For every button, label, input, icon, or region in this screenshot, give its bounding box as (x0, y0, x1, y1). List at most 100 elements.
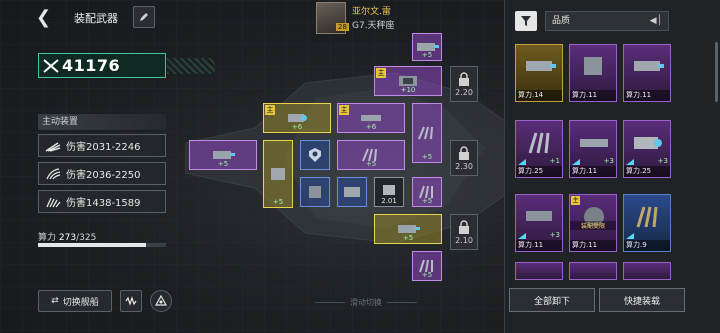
upgrade-mark (572, 159, 580, 165)
module-slot-main[interactable]: 主 +10 (374, 66, 442, 96)
module-slot[interactable]: +5 (412, 177, 442, 207)
slot-level: +5 (217, 160, 229, 168)
module-slot[interactable]: +5 (412, 33, 442, 61)
inventory-card-partial[interactable] (515, 262, 563, 280)
sort-dropdown[interactable]: 品质 ◀│ (545, 11, 669, 31)
cannon-module-icon (634, 61, 664, 71)
lock-requirement: 2.10 (455, 235, 473, 245)
module-slot[interactable] (300, 140, 330, 170)
upgrade-mark (626, 159, 634, 165)
slot-level: +5 (272, 198, 284, 206)
inventory-card[interactable]: 算力.11 (623, 44, 671, 102)
drill-module-icon (309, 186, 321, 198)
card-level: +3 (657, 157, 668, 165)
module-slot-main[interactable]: 主 +6 (337, 103, 405, 133)
inventory-card-partial[interactable] (623, 262, 671, 280)
inventory-card[interactable]: 算力.11 (569, 44, 617, 102)
turret-module-icon (584, 57, 602, 75)
pilot-name: 亚尔文.雷 (352, 7, 391, 17)
compute-used: 273 (58, 233, 77, 243)
sort-label: 品质 (552, 16, 571, 26)
slot-level: +5 (421, 153, 433, 161)
shield-module-icon (309, 148, 321, 162)
module-slot-main[interactable]: 主 +6 (263, 103, 331, 133)
weapon-row-2[interactable]: 伤害2036-2250 (38, 162, 166, 185)
weapon-damage: 伤害1438-1589 (66, 198, 141, 209)
cannon-module-icon (526, 211, 552, 221)
combat-power-box: 41176 (38, 53, 215, 78)
card-power: 算力.11 (516, 240, 562, 251)
module-slot[interactable]: +5 (337, 140, 405, 170)
card-power: 算力.9 (624, 240, 670, 251)
wave-icon (125, 296, 137, 306)
module-slot[interactable] (337, 177, 367, 207)
back-arrow-icon[interactable]: ❮ (36, 8, 56, 28)
module-slot[interactable]: +5 (412, 251, 442, 281)
compute-total: /325 (76, 233, 97, 243)
slot-level: +6 (365, 123, 377, 131)
card-power: 算力.25 (516, 166, 562, 177)
card-power: 算力.11 (570, 90, 616, 101)
card-power: 算力.11 (624, 90, 670, 101)
switch-ship-button[interactable]: ⇄ 切换舰船 (38, 290, 112, 312)
quick-equip-button[interactable]: 快捷装载 (599, 288, 685, 312)
unequip-all-button[interactable]: 全部卸下 (509, 288, 595, 312)
upgrade-mark (518, 159, 526, 165)
inventory-card[interactable]: +1 算力.25 (515, 120, 563, 178)
main-tag: 主 (265, 105, 275, 115)
inventory-card[interactable]: 算力.14 (515, 44, 563, 102)
scrollbar[interactable] (715, 42, 718, 102)
cannon-module-icon (526, 61, 556, 71)
module-slot[interactable]: 2.01 (374, 177, 404, 207)
sort-order-icon: ◀│ (649, 16, 662, 26)
slot-level: +5 (421, 271, 433, 279)
formation-button[interactable] (150, 290, 172, 312)
quick-equip-label: 快捷装载 (623, 296, 660, 307)
main-tag: 主 (376, 68, 386, 78)
module-slot[interactable] (300, 177, 330, 207)
pencil-icon (140, 13, 148, 21)
lock-icon (459, 145, 469, 160)
claw-module-icon (528, 132, 550, 154)
lock-icon (459, 219, 469, 234)
pilot-level: 28 (336, 23, 349, 31)
filter-button[interactable] (515, 11, 537, 31)
edit-button[interactable] (133, 6, 155, 28)
compute-progress-bar (38, 243, 166, 247)
inventory-card[interactable]: +3 算力.25 (623, 120, 671, 178)
lock-requirement: 2.20 (455, 87, 473, 97)
weapon-damage: 伤害2036-2250 (66, 170, 141, 181)
weapon-row-3[interactable]: 伤害1438-1589 (38, 190, 166, 213)
card-level: +3 (549, 231, 560, 239)
slide-hint: 滑动切换 (310, 297, 422, 308)
inventory-card-restricted[interactable]: 主 装配受限 算力.11 (569, 194, 617, 252)
module-slot[interactable]: +5 (374, 214, 442, 244)
inventory-card-partial[interactable] (569, 262, 617, 280)
wave-toggle-button[interactable] (120, 290, 142, 312)
card-level: +1 (549, 157, 560, 165)
lock-requirement: 2.30 (455, 161, 473, 171)
module-slot[interactable]: +5 (189, 140, 257, 170)
module-slot[interactable]: +5 (412, 103, 442, 163)
inventory-card[interactable]: +3 算力.11 (515, 194, 563, 252)
locked-slot[interactable]: 2.10 (450, 214, 478, 250)
weapon-damage: 伤害2031-2246 (66, 142, 141, 153)
card-level: +3 (603, 157, 614, 165)
switch-ship-label: 切换舰船 (62, 297, 99, 308)
module-slot[interactable]: +5 (263, 140, 293, 208)
slot-level: +10 (400, 86, 416, 94)
card-power: 算力.11 (570, 166, 616, 177)
slot-level: +5 (402, 234, 414, 242)
slot-level: +5 (421, 51, 433, 59)
weapon-row-1[interactable]: 伤害2031-2246 (38, 134, 166, 157)
inventory-card[interactable]: +3 算力.11 (569, 120, 617, 178)
locked-slot[interactable]: 2.30 (450, 140, 478, 176)
unequip-all-label: 全部卸下 (533, 296, 570, 307)
inventory-card[interactable]: 算力.9 (623, 194, 671, 252)
locked-slot[interactable]: 2.20 (450, 66, 478, 102)
claw-strike-icon (46, 167, 61, 179)
combat-power-value: 41176 (62, 56, 121, 75)
missile-volley-icon (45, 141, 61, 152)
page-title: 装配武器 (74, 12, 118, 25)
slot-cost: 2.01 (381, 197, 397, 205)
